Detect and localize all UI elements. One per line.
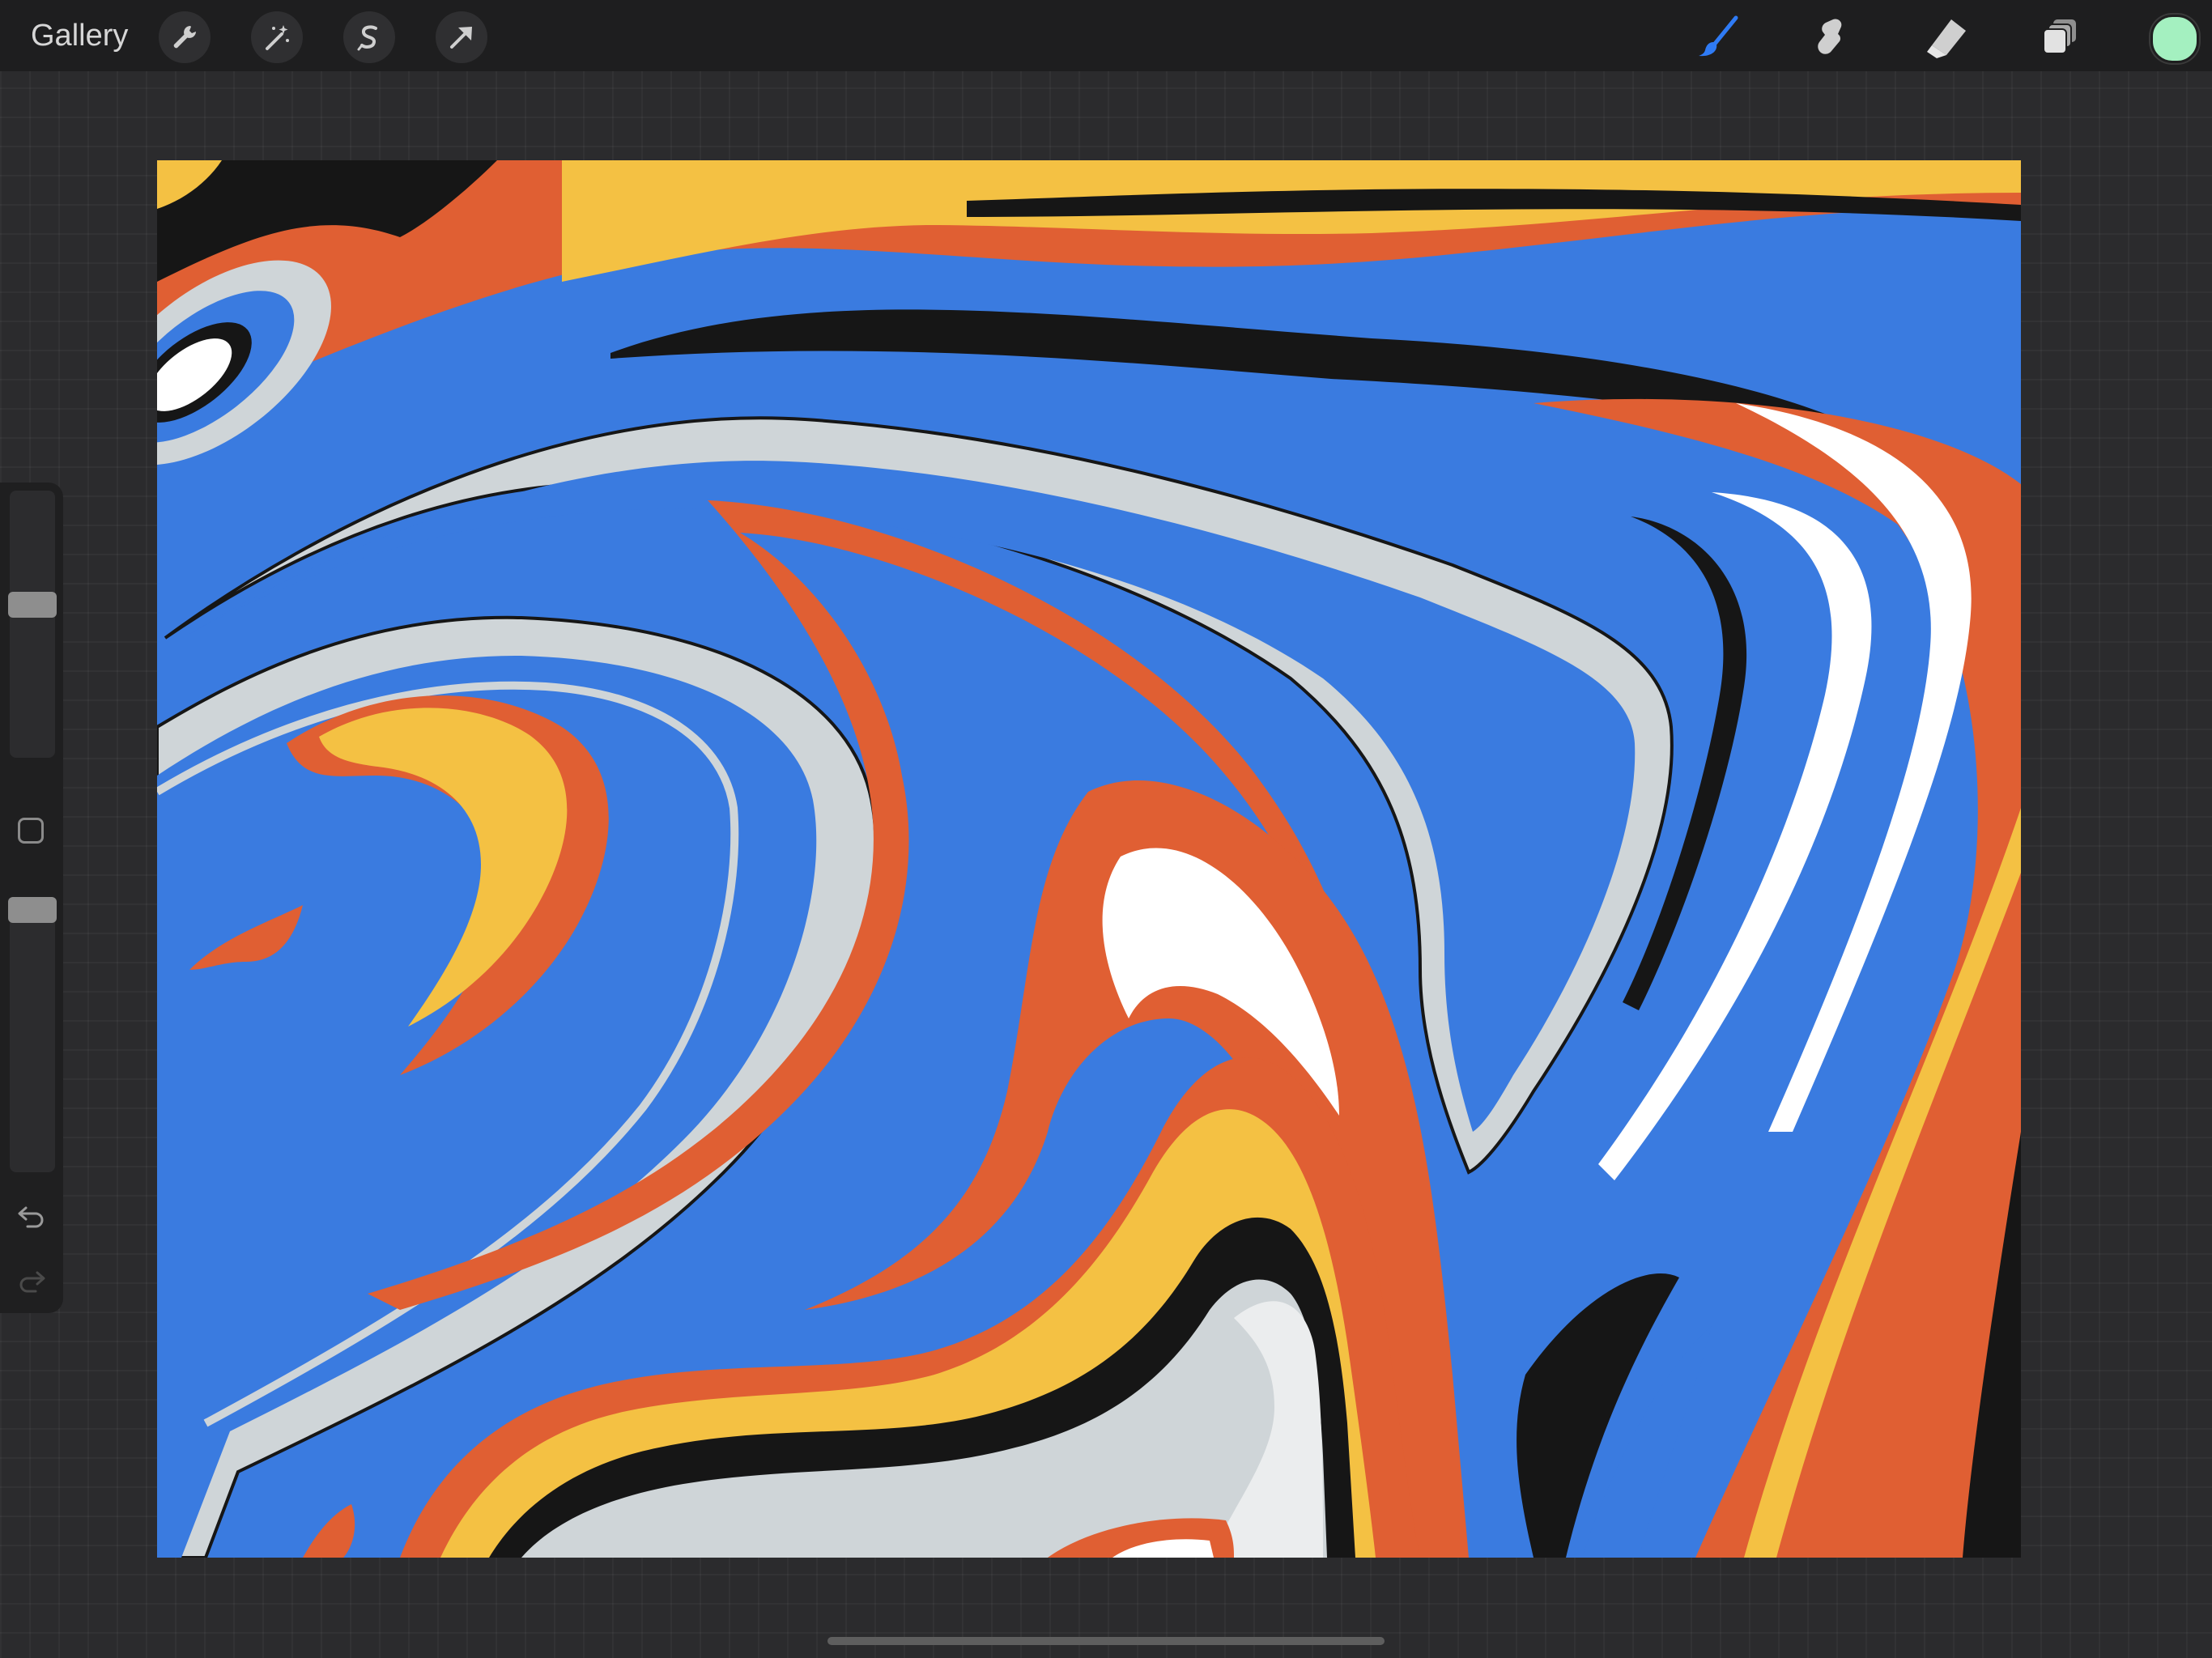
marble-artwork	[157, 160, 2021, 1558]
selection-icon	[357, 25, 377, 51]
wrench-icon	[173, 26, 196, 49]
selection-button[interactable]	[343, 11, 395, 63]
home-indicator	[827, 1637, 1385, 1645]
brush-button[interactable]	[1692, 11, 1744, 63]
adjustments-button[interactable]	[251, 11, 303, 63]
eraser-icon	[1927, 19, 1966, 58]
smudge-button[interactable]	[1807, 11, 1859, 63]
top-toolbar: Gallery	[0, 0, 2212, 71]
transform-button[interactable]	[436, 11, 487, 63]
smudge-icon	[1818, 19, 1842, 54]
brush-size-handle[interactable]	[8, 592, 57, 618]
opacity-slider[interactable]	[8, 897, 57, 1172]
brush-size-slider[interactable]	[8, 491, 57, 758]
opacity-handle[interactable]	[8, 897, 57, 923]
left-sidebar	[0, 483, 63, 1313]
brush-icon	[1699, 15, 1738, 57]
modify-button[interactable]	[18, 818, 44, 844]
transform-arrow-icon	[450, 27, 472, 49]
undo-icon[interactable]	[15, 1198, 49, 1232]
layers-icon	[2043, 19, 2076, 54]
color-picker-button[interactable]	[2150, 15, 2199, 63]
eraser-button[interactable]	[1921, 11, 1972, 63]
drawing-canvas[interactable]	[157, 160, 2021, 1558]
magic-wand-icon	[266, 25, 289, 50]
gallery-button[interactable]: Gallery	[31, 16, 128, 55]
redo-icon[interactable]	[15, 1263, 49, 1297]
layers-button[interactable]	[2034, 11, 2086, 63]
actions-button[interactable]	[159, 11, 211, 63]
